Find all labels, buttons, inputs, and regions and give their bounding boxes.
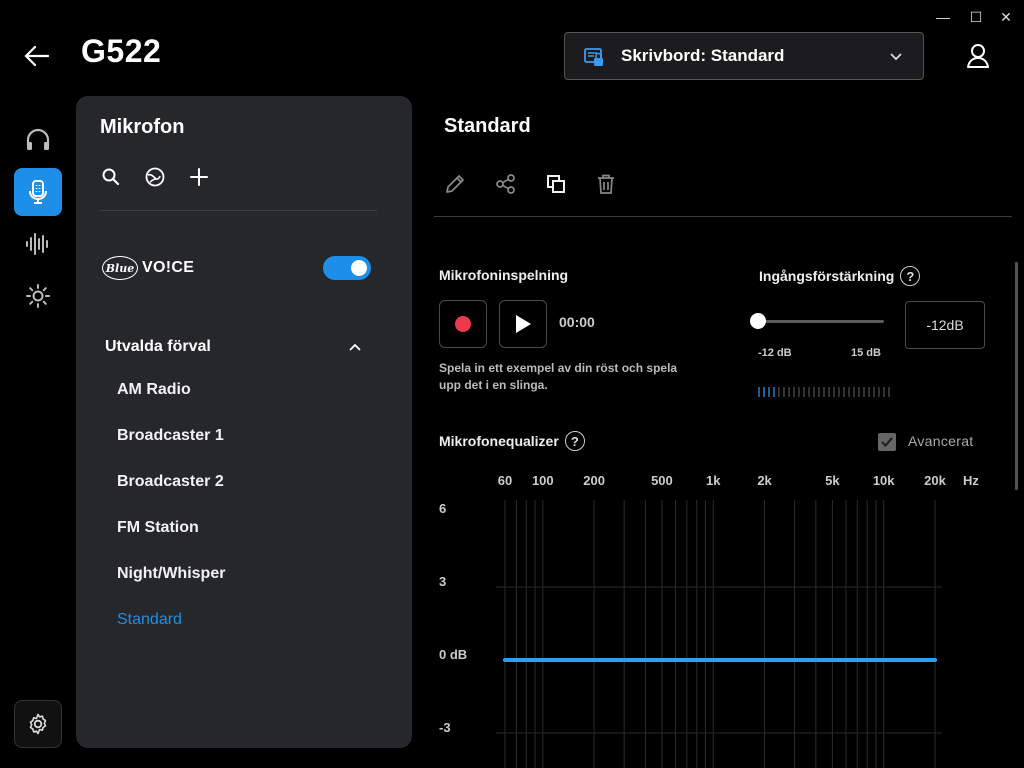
play-icon [516, 315, 531, 333]
preset-item-selected[interactable]: Standard [117, 611, 182, 629]
eq-freq-label: 60 [498, 473, 512, 488]
microphone-panel: Mikrofon Blue VO!CE Utvalda förval AM Ra… [76, 96, 412, 748]
search-icon[interactable] [100, 166, 122, 188]
lighting-icon [26, 284, 50, 308]
gain-slider-track[interactable] [757, 320, 884, 323]
help-icon[interactable]: ? [564, 431, 585, 451]
share-icon[interactable] [494, 172, 518, 196]
eq-freq-label: 1k [706, 473, 721, 488]
content-scrollbar[interactable] [1015, 262, 1018, 490]
preset-item[interactable]: Night/Whisper [117, 565, 225, 583]
record-icon [455, 316, 471, 332]
chevron-up-icon[interactable] [348, 340, 362, 354]
add-icon[interactable] [188, 166, 210, 188]
equalizer-graph[interactable]: 60 100 200 500 1k 2k 5k 10k 20k Hz 6 3 0 dB -3 [434, 470, 1014, 768]
profile-label: Skrivbord: Standard [621, 46, 785, 65]
gain-min-label: -12 dB [758, 347, 792, 359]
eq-freq-label: 10k [873, 473, 895, 488]
eq-db-label: 3 [439, 574, 446, 589]
preset-item[interactable]: FM Station [117, 519, 199, 537]
eq-freq-label: 500 [651, 473, 673, 488]
delete-icon[interactable] [594, 172, 618, 196]
rail-equalizer-button[interactable] [14, 220, 62, 268]
toggle-knob [351, 260, 367, 276]
gain-slider-handle[interactable] [750, 313, 766, 329]
equalizer-icon [26, 233, 48, 255]
preset-item[interactable]: Broadcaster 1 [117, 427, 224, 445]
eq-db-label: 6 [439, 501, 446, 516]
headphones-icon [26, 128, 50, 150]
check-icon [881, 437, 893, 448]
edit-icon[interactable] [443, 172, 467, 196]
blue-voice-logo: Blue VO!CE [102, 254, 194, 282]
gain-value-field[interactable]: -12dB [905, 301, 985, 349]
panel-toolbar [100, 166, 210, 188]
eq-header: Mikrofonequalizer ? [439, 431, 585, 451]
eq-db-label: -3 [439, 720, 451, 735]
preset-item[interactable]: AM Radio [117, 381, 191, 399]
eq-freq-label: 20k [924, 473, 946, 488]
back-arrow-icon [24, 45, 50, 67]
preset-item[interactable]: Broadcaster 2 [117, 473, 224, 491]
gain-max-label: 15 dB [851, 347, 881, 359]
recording-label: Mikrofoninspelning [439, 267, 569, 283]
recording-timer: 00:00 [559, 314, 595, 330]
voice-wordmark: VO!CE [142, 259, 195, 276]
app-settings-button[interactable] [14, 700, 62, 748]
gear-icon [29, 713, 47, 735]
minimize-button[interactable]: — [933, 8, 953, 26]
eq-freq-label: 200 [583, 473, 605, 488]
advanced-label: Avancerat [908, 433, 974, 449]
eq-label: Mikrofonequalizer [439, 433, 559, 449]
eq-freq-label: 100 [532, 473, 554, 488]
device-title: G522 [81, 33, 162, 69]
eq-freq-label: Hz [963, 473, 979, 488]
duplicate-icon[interactable] [544, 172, 568, 196]
blue-voice-toggle[interactable] [323, 256, 371, 280]
gain-header: Ingångsförstärkning ? [759, 266, 921, 286]
desktop-profile-icon [584, 48, 603, 66]
rail-lighting-button[interactable] [14, 272, 62, 320]
help-icon[interactable]: ? [900, 266, 921, 286]
record-button[interactable] [439, 300, 487, 348]
content-divider [434, 216, 1012, 217]
preset-group-header[interactable]: Utvalda förval [105, 338, 211, 356]
recording-hint: Spela in ett exempel av din röst och spe… [439, 361, 678, 392]
microphone-icon [29, 180, 47, 204]
blue-logo-mark: Blue [102, 256, 138, 280]
profile-dropdown[interactable]: Skrivbord: Standard [564, 32, 924, 80]
preset-title: Standard [444, 115, 531, 137]
chevron-down-icon [890, 53, 902, 61]
close-button[interactable]: ✕ [996, 8, 1016, 26]
eq-freq-label: 2k [757, 473, 772, 488]
gain-label: Ingångsförstärkning [759, 268, 895, 284]
back-button[interactable] [22, 42, 52, 70]
user-icon [967, 44, 989, 68]
play-button[interactable] [499, 300, 547, 348]
panel-title: Mikrofon [100, 116, 185, 138]
panel-divider [100, 210, 377, 211]
rail-microphone-button[interactable] [14, 168, 62, 216]
app-window: — ☐ ✕ G522 Skrivbord: Standard Mikrofon [0, 0, 1024, 768]
input-level-meter [758, 387, 890, 397]
user-account-button[interactable] [965, 42, 991, 70]
rail-headphones-button[interactable] [14, 116, 62, 164]
globe-icon[interactable] [144, 166, 166, 188]
eq-freq-label: 5k [825, 473, 840, 488]
maximize-button[interactable]: ☐ [966, 8, 986, 26]
eq-db-label: 0 dB [439, 647, 467, 662]
advanced-checkbox[interactable] [878, 433, 896, 451]
